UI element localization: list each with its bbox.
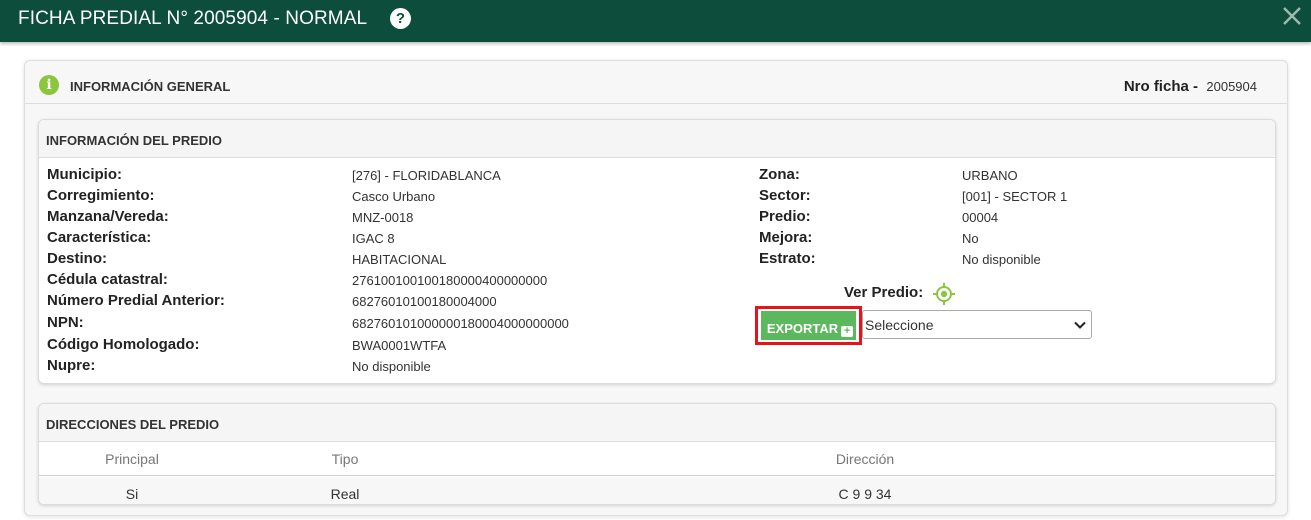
field-label-zona: Zona: (759, 166, 800, 183)
select-value: Seleccione (865, 317, 934, 333)
general-info-header: i INFORMACIÓN GENERAL Nro ficha - 200590… (25, 61, 1287, 104)
field-label-npn: NPN: (47, 314, 84, 331)
cell-principal: Si (125, 486, 139, 502)
nro-ficha-label: Nro ficha - (1123, 78, 1198, 95)
predio-info-title: INFORMACIÓN DEL PREDIO (39, 120, 1275, 158)
export-button[interactable]: EXPORTAR + (761, 311, 856, 340)
field-label-mejora: Mejora: (759, 229, 813, 246)
field-value-estrato: No disponible (962, 252, 1041, 267)
column-header-tipo[interactable]: Tipo (225, 451, 465, 467)
ver-predio-label: Ver Predio: (844, 284, 924, 301)
field-value-destino: HABITACIONAL (352, 252, 447, 267)
field-value-nupre: No disponible (352, 359, 431, 374)
nro-ficha-value: 2005904 (1206, 79, 1257, 94)
field-label-caracteristica: Característica: (47, 229, 152, 246)
chevron-down-icon (1074, 321, 1086, 329)
field-value-caracteristica: IGAC 8 (352, 231, 395, 246)
field-value-manzana: MNZ-0018 (352, 210, 414, 225)
field-label-sector: Sector: (759, 187, 811, 204)
predio-info-card: INFORMACIÓN DEL PREDIO Municipio: [276] … (38, 119, 1276, 384)
general-info-title: INFORMACIÓN GENERAL (70, 79, 231, 94)
info-icon: i (39, 75, 59, 95)
field-label-cedula: Cédula catastral: (47, 271, 168, 288)
column-header-principal[interactable]: Principal (39, 451, 225, 467)
field-label-numero-anterior: Número Predial Anterior: (47, 292, 225, 309)
table-header: Principal Tipo Dirección (39, 442, 1275, 476)
field-label-estrato: Estrato: (759, 250, 816, 267)
field-value-municipio: [276] - FLORIDABLANCA (352, 168, 501, 183)
direcciones-card: DIRECCIONES DEL PREDIO Principal Tipo Di… (38, 403, 1276, 505)
help-icon[interactable]: ? (390, 8, 411, 29)
field-label-municipio: Municipio: (47, 166, 122, 183)
direcciones-title: DIRECCIONES DEL PREDIO (39, 404, 1275, 442)
general-info-panel: i INFORMACIÓN GENERAL Nro ficha - 200590… (24, 60, 1288, 516)
field-value-predio: 00004 (962, 210, 999, 225)
field-value-npn: 682760101000000180004000000000 (352, 316, 569, 331)
locate-target-icon[interactable] (933, 283, 955, 305)
field-value-cedula: 276100100100180000400000000 (352, 273, 548, 288)
field-value-corregimiento: Casco Urbano (352, 189, 436, 204)
plus-icon: + (841, 325, 854, 337)
cell-direccion: C 9 9 34 (838, 486, 892, 502)
column-header-direccion[interactable]: Dirección (465, 451, 1265, 467)
export-highlight: EXPORTAR + (755, 306, 862, 345)
field-value-sector: [001] - SECTOR 1 (962, 189, 1068, 204)
export-button-label: EXPORTAR (766, 320, 839, 336)
export-format-select[interactable]: Seleccione (862, 310, 1092, 339)
field-value-codigo: BWA0001WTFA (352, 338, 447, 353)
field-label-predio: Predio: (759, 208, 811, 225)
field-value-mejora: No (962, 231, 979, 246)
field-label-destino: Destino: (47, 250, 107, 267)
title-bar: FICHA PREDIAL N° 2005904 - NORMAL ? (0, 0, 1311, 42)
table-row[interactable]: Si Real C 9 9 34 (39, 477, 1275, 504)
field-label-codigo: Código Homologado: (47, 336, 200, 353)
field-value-zona: URBANO (962, 168, 1018, 183)
field-label-corregimiento: Corregimiento: (47, 187, 155, 204)
close-icon[interactable] (1281, 5, 1303, 27)
field-label-manzana: Manzana/Vereda: (47, 208, 169, 225)
field-label-nupre: Nupre: (47, 357, 96, 374)
field-value-numero-anterior: 68276010100180004000 (352, 294, 497, 309)
cell-tipo: Real (330, 486, 360, 502)
window-title: FICHA PREDIAL N° 2005904 - NORMAL (18, 8, 368, 29)
